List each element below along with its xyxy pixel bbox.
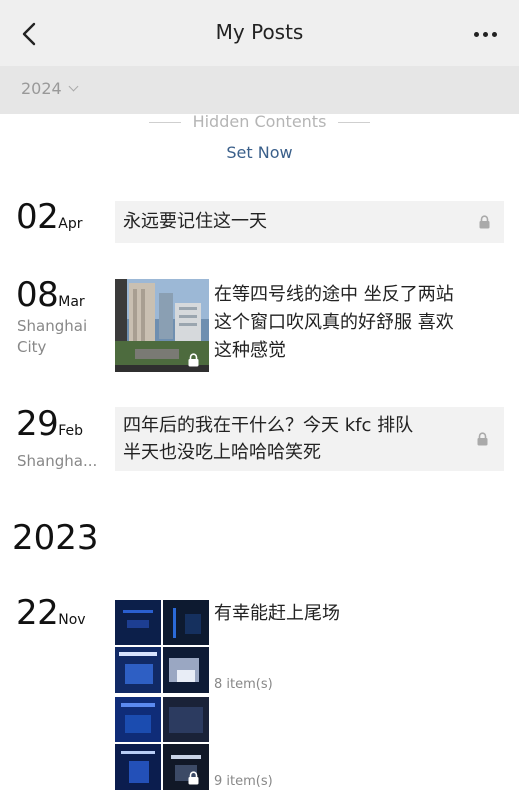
more-dot-icon [473,31,479,37]
post-day: 22 [16,593,59,633]
post-day: 08 [16,275,59,315]
chevron-down-icon [68,81,79,92]
post-text-line: 这种感觉 [214,340,286,361]
divider [338,122,371,123]
post-text-line: 这个窗口吹风真的好舒服 喜欢 [214,312,454,333]
divider [148,122,181,123]
more-options-button[interactable] [462,18,508,50]
post-text: 有幸能赶上尾场 [214,603,340,624]
year-heading: 2023 [12,518,99,558]
post-month: Apr [58,216,83,232]
lock-icon [188,771,199,785]
text-post-card[interactable]: 永远要记住这一天 [115,201,504,243]
post-text: 永远要记住这一天 [123,211,267,232]
post-text-line: 在等四号线的途中 坐反了两站 [214,284,454,305]
post-date: 29Feb [16,404,83,444]
post-day: 02 [16,197,59,237]
photo-album[interactable] [115,697,209,790]
year-filter-bar [0,66,519,114]
post-text-line: 四年后的我在干什么？今天 kfc 排队 [123,415,414,436]
post-text: 在等四号线的途中 坐反了两站 这个窗口吹风真的好舒服 喜欢 这种感觉 [214,281,454,365]
post-text: 四年后的我在干什么？今天 kfc 排队 半天也没吃上哈哈哈笑死 [123,412,413,466]
post-location: Shangha... [17,452,98,470]
post-date: 08Mar [16,275,85,315]
album-item-count: 8 item(s) [214,677,273,692]
post-month: Mar [58,294,85,310]
post-photo[interactable] [115,279,209,372]
album-grid-thumbnail [115,600,209,693]
post-month: Nov [58,612,86,628]
lock-icon [479,215,490,229]
post-month: Feb [58,423,84,439]
page-title: My Posts [215,20,304,44]
post-date: 02Apr [16,197,83,237]
hidden-contents-row: Hidden Contents [0,112,519,131]
post-day: 29 [16,404,59,444]
post-location: Shanghai City [17,317,88,356]
more-dot-icon [491,31,497,37]
hidden-contents-label: Hidden Contents [192,112,327,131]
text-post-card[interactable]: 四年后的我在干什么？今天 kfc 排队 半天也没吃上哈哈哈笑死 [115,407,504,471]
more-dot-icon [482,31,488,37]
album-item-count: 9 item(s) [214,774,273,789]
photo-album[interactable] [115,600,209,693]
year-filter-dropdown[interactable]: 2024 [21,79,79,98]
lock-icon [477,432,488,446]
year-filter-value: 2024 [21,79,62,98]
post-date: 22Nov [16,593,86,633]
set-now-link[interactable]: Set Now [0,143,519,162]
lock-icon [188,353,199,367]
post-text-line: 半天也没吃上哈哈哈笑死 [123,442,321,463]
